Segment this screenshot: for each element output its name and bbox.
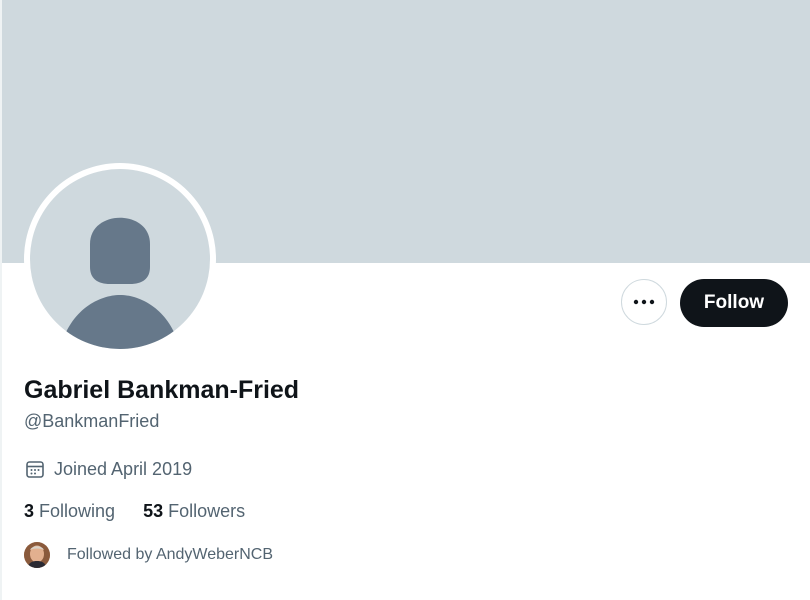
profile-stats: 3 Following 53 Followers — [24, 501, 273, 522]
followers-count: 53 — [143, 501, 164, 521]
profile-display-name: Gabriel Bankman-Fried — [24, 376, 300, 404]
profile-avatar[interactable] — [24, 163, 216, 355]
followers-link[interactable]: 53 Followers — [143, 501, 245, 522]
calendar-icon — [26, 461, 44, 478]
follow-button[interactable]: Follow — [680, 279, 788, 327]
follower-avatar-image — [24, 542, 50, 568]
followers-label: Followers — [168, 501, 246, 521]
following-label: Following — [39, 501, 116, 521]
joined-text: Joined April 2019 — [54, 458, 193, 479]
default-avatar-silhouette-icon — [60, 217, 180, 349]
more-options-button[interactable] — [621, 279, 667, 325]
following-link[interactable]: 3 Following — [24, 501, 115, 522]
followed-by-link[interactable]: Followed by AndyWeberNCB — [24, 542, 273, 568]
default-avatar — [30, 169, 210, 349]
followed-by-text: Followed by AndyWeberNCB — [67, 546, 274, 563]
profile-handle: @BankmanFried — [24, 411, 160, 431]
follower-avatar[interactable] — [24, 542, 50, 568]
following-count: 3 — [24, 501, 35, 521]
more-horizontal-icon — [633, 299, 655, 305]
joined-date: Joined April 2019 — [24, 458, 192, 480]
